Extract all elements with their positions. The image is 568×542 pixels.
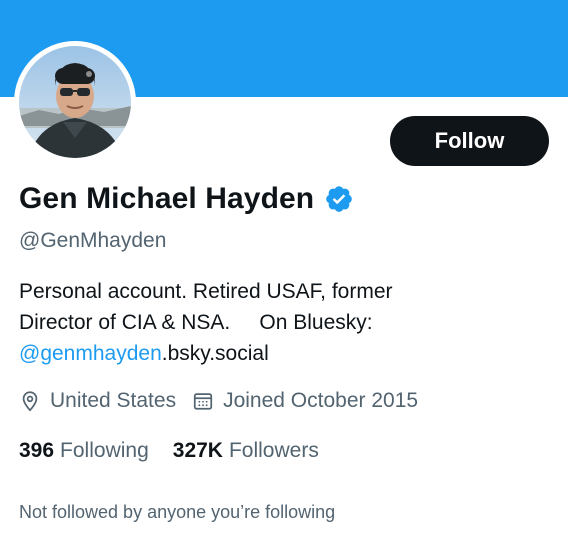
location-pin-icon xyxy=(19,390,41,412)
joined-item: Joined October 2015 xyxy=(192,389,418,413)
calendar-icon xyxy=(192,390,214,412)
avatar-image[interactable] xyxy=(19,46,131,158)
avatar[interactable] xyxy=(14,41,136,163)
bio-line: Personal account. Retired USAF, former xyxy=(19,280,393,303)
followers-link[interactable]: 327K Followers xyxy=(173,439,319,463)
profile-bio: Personal account. Retired USAF, former D… xyxy=(19,276,539,369)
follow-stats: 396 Following 327K Followers xyxy=(19,439,319,463)
location-text: United States xyxy=(50,389,177,412)
name-row: Gen Michael Hayden xyxy=(19,182,354,216)
followers-count: 327K xyxy=(172,439,223,462)
profile-handle: @GenMhayden xyxy=(19,229,167,252)
display-name: Gen Michael Hayden xyxy=(19,182,315,215)
bluesky-domain-text: .bsky.social xyxy=(161,342,269,365)
bio-line: Director of CIA & NSA. On Bluesky: xyxy=(19,311,373,334)
following-label: Following xyxy=(60,439,149,462)
follow-button[interactable]: Follow xyxy=(390,116,549,166)
not-followed-notice: Not followed by anyone you’re following xyxy=(19,502,336,522)
bluesky-mention-link[interactable]: @genmhayden xyxy=(19,342,162,365)
following-count: 396 xyxy=(19,439,55,462)
location-item: United States xyxy=(19,389,176,413)
bio-line-link: @genmhayden.bsky.social xyxy=(19,338,539,369)
followers-label: Followers xyxy=(228,439,319,462)
following-link[interactable]: 396 Following xyxy=(19,439,149,463)
profile-meta: United States Joined October 2015 xyxy=(19,389,418,413)
verified-badge-icon[interactable] xyxy=(324,184,354,214)
joined-text: Joined October 2015 xyxy=(223,389,419,412)
